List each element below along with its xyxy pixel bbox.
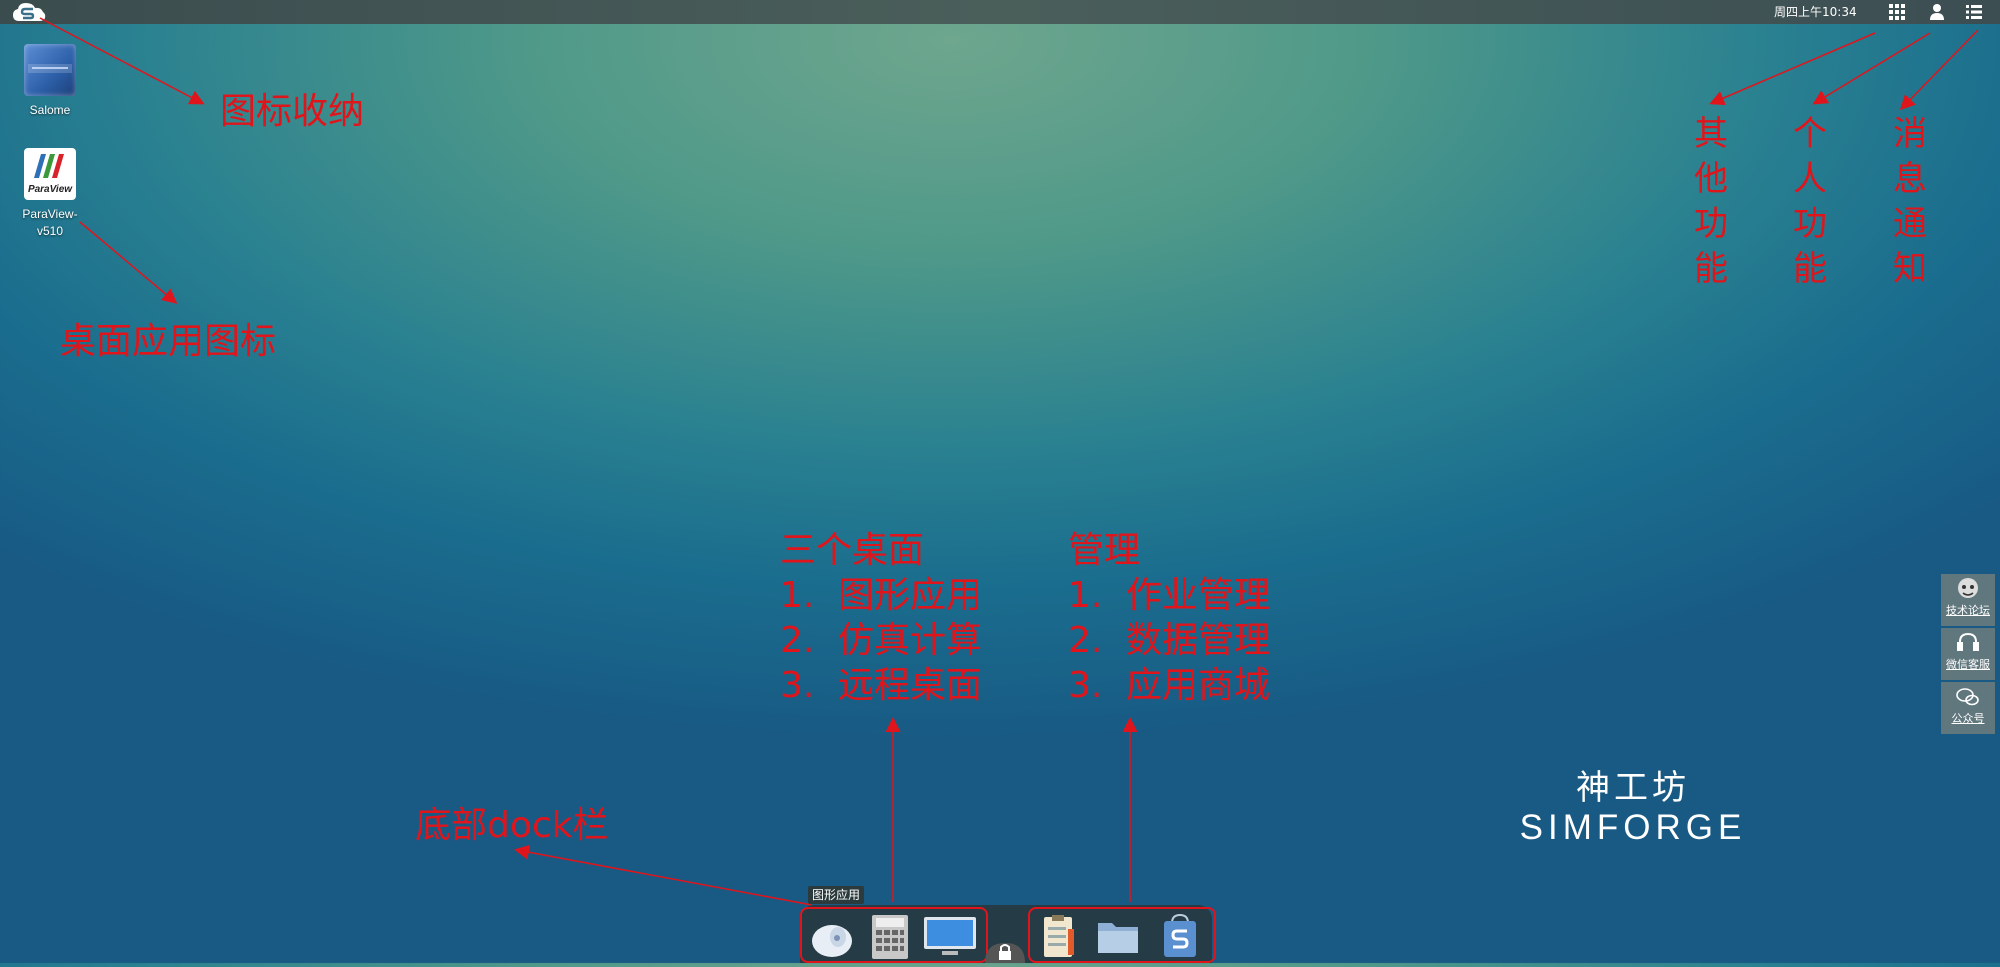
bottom-dock <box>800 905 1216 963</box>
folder-icon[interactable] <box>1094 913 1142 959</box>
job-clipboard-icon[interactable] <box>1034 913 1082 959</box>
annotation-char: 能 <box>1793 249 1827 289</box>
annotation-char: 消 <box>1893 114 1927 154</box>
annotation-three-desktops: 三个桌面 1. 图形应用 2. 仿真计算 3. 远程桌面 <box>780 528 982 708</box>
annotation-char: 人 <box>1793 159 1827 199</box>
annotation-char: 他 <box>1694 159 1728 199</box>
calculator-icon[interactable] <box>866 913 914 959</box>
annotation-char: 息 <box>1893 159 1927 199</box>
annotation-char: 知 <box>1893 249 1927 289</box>
monitor-icon[interactable] <box>922 913 976 959</box>
brand-en: SIMFORGE <box>1519 808 1747 847</box>
side-button-forum[interactable]: 技术论坛 <box>1941 574 1995 626</box>
annotation-char: 其 <box>1694 114 1728 154</box>
side-button-official-account[interactable]: 公众号 <box>1941 682 1995 734</box>
side-button-label: 微信客服 <box>1946 658 1990 671</box>
store-icon[interactable] <box>1156 913 1204 959</box>
annotation-char: 通 <box>1893 204 1927 244</box>
annotation-other-functions: 其 他 功 能 <box>1691 112 1731 292</box>
annotation-management: 管理 1. 作业管理 2. 数据管理 3. 应用商城 <box>1068 528 1270 708</box>
annotation-char: 功 <box>1694 204 1728 244</box>
annotation-char: 个 <box>1793 114 1827 154</box>
annotation-list-item: 1. 作业管理 <box>1068 575 1271 616</box>
side-button-label: 技术论坛 <box>1946 604 1990 617</box>
annotation-list-item: 2. 仿真计算 <box>780 620 983 661</box>
dock-group-management <box>1028 907 1216 963</box>
annotation-char: 功 <box>1793 204 1827 244</box>
annotation-dock-bar: 底部dock栏 <box>415 805 609 846</box>
forum-avatar-icon <box>1941 574 1995 604</box>
annotation-message-notice: 消 息 通 知 <box>1890 112 1930 292</box>
annotation-list-item: 3. 应用商城 <box>1068 665 1271 706</box>
annotation-list-title: 三个桌面 <box>780 530 925 571</box>
dock-tooltip: 图形应用 <box>808 886 865 904</box>
brand-cn: 神工坊 <box>1576 768 1690 808</box>
annotation-list-item: 1. 图形应用 <box>780 575 983 616</box>
lock-icon[interactable] <box>982 933 1028 963</box>
annotation-list-item: 3. 远程桌面 <box>780 665 983 706</box>
annotation-desktop-app-icons: 桌面应用图标 <box>60 321 277 362</box>
annotation-list-item: 2. 数据管理 <box>1068 620 1271 661</box>
wechat-icon <box>1941 682 1995 712</box>
annotation-char: 能 <box>1694 249 1728 289</box>
side-button-label: 公众号 <box>1951 712 1985 725</box>
annotation-personal-functions: 个 人 功 能 <box>1790 112 1830 292</box>
annotation-list-title: 管理 <box>1068 530 1141 571</box>
brand-logo: 神工坊 SIMFORGE <box>1497 768 1769 848</box>
annotation-icon-collapse: 图标收纳 <box>220 91 365 132</box>
graphics-app-icon[interactable] <box>808 913 856 959</box>
side-button-wechat-service[interactable]: 微信客服 <box>1941 628 1995 680</box>
headset-icon <box>1941 628 1995 658</box>
dock-group-desktops <box>800 907 988 963</box>
